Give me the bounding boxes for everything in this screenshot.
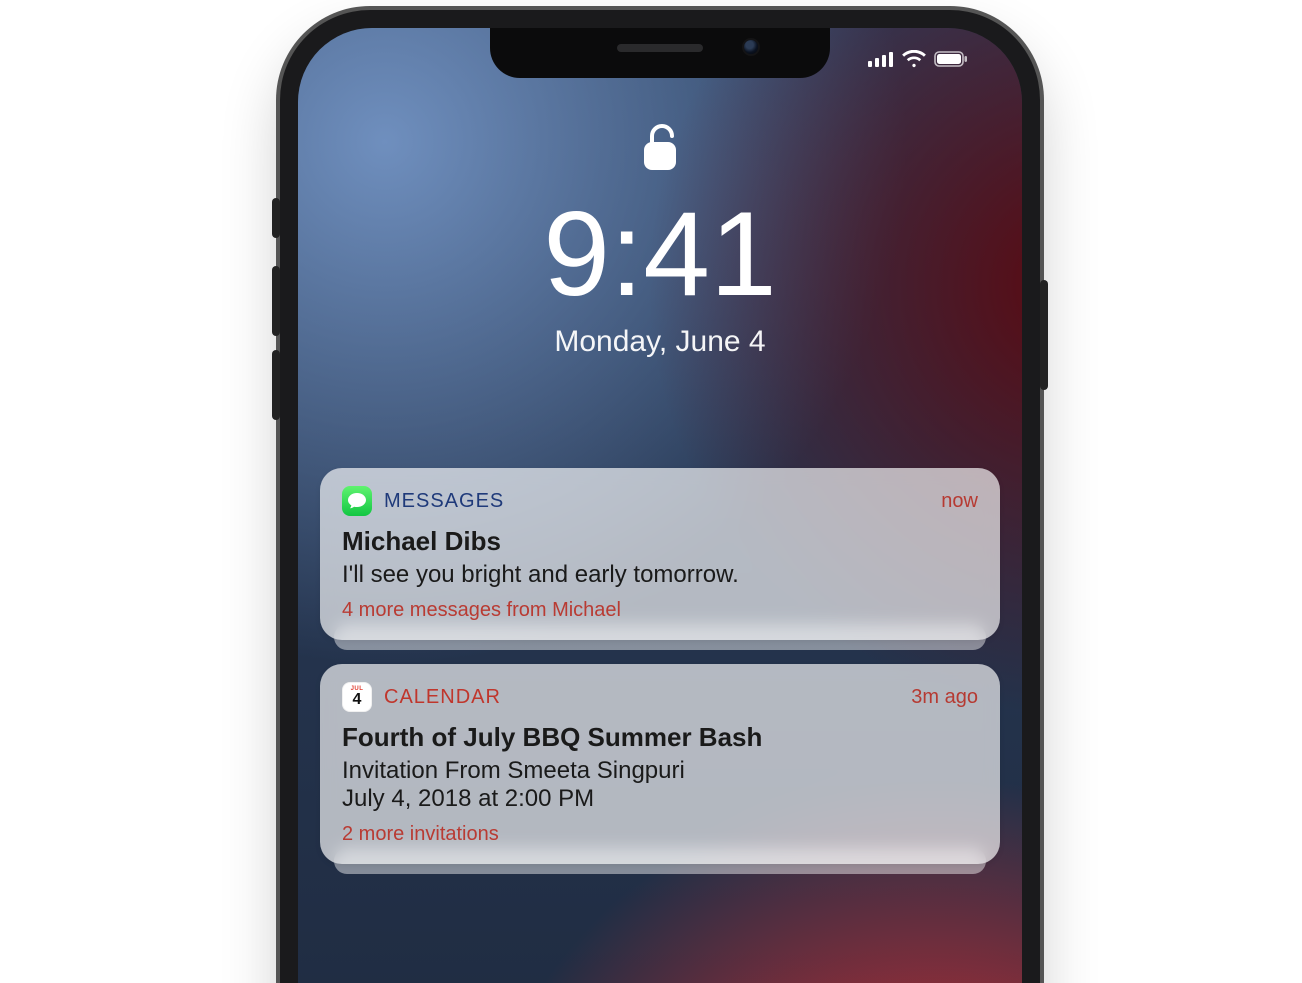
calendar-icon-day: 4 [353,692,362,708]
wifi-icon [902,50,926,68]
notification-time: now [941,490,978,513]
notification-app-name: MESSAGES [384,490,504,513]
earpiece-speaker [617,44,703,52]
messages-app-icon [342,486,372,516]
notification-title: Michael Dibs [342,526,978,557]
stage: 9:41 Monday, June 4 MESSAGES [0,0,1302,983]
notification-body: Invitation From Smeeta Singpuri July 4, … [342,757,978,813]
notification-group-messages[interactable]: MESSAGES now Michael Dibs I'll see you b… [320,468,1000,640]
volume-down-button[interactable] [272,350,280,420]
notification-more: 4 more messages from Michael [342,599,978,622]
lock-time: 9:41 [298,185,1022,323]
notification-title: Fourth of July BBQ Summer Bash [342,722,978,753]
screen: 9:41 Monday, June 4 MESSAGES [298,28,1022,983]
lock-date: Monday, June 4 [298,325,1022,359]
front-camera [744,40,758,54]
volume-up-button[interactable] [272,266,280,336]
notification-card[interactable]: MESSAGES now Michael Dibs I'll see you b… [320,468,1000,640]
notification-more: 2 more invitations [342,823,978,846]
status-bar [868,50,968,68]
notification-list: MESSAGES now Michael Dibs I'll see you b… [320,468,1000,864]
notification-body: I'll see you bright and early tomorrow. [342,561,978,589]
notification-app-name: CALENDAR [384,686,501,709]
lock-header: 9:41 Monday, June 4 [298,120,1022,359]
cellular-signal-icon [868,51,894,67]
notification-group-calendar[interactable]: JUL 4 CALENDAR 3m ago Fourth of July BBQ… [320,664,1000,864]
notification-time: 3m ago [911,686,978,709]
ring-silent-switch[interactable] [272,198,280,238]
notification-card[interactable]: JUL 4 CALENDAR 3m ago Fourth of July BBQ… [320,664,1000,864]
battery-icon [934,51,968,67]
notch [490,28,830,78]
calendar-app-icon: JUL 4 [342,682,372,712]
unlock-icon [640,120,680,179]
side-button[interactable] [1040,280,1048,390]
phone-frame: 9:41 Monday, June 4 MESSAGES [280,10,1040,983]
